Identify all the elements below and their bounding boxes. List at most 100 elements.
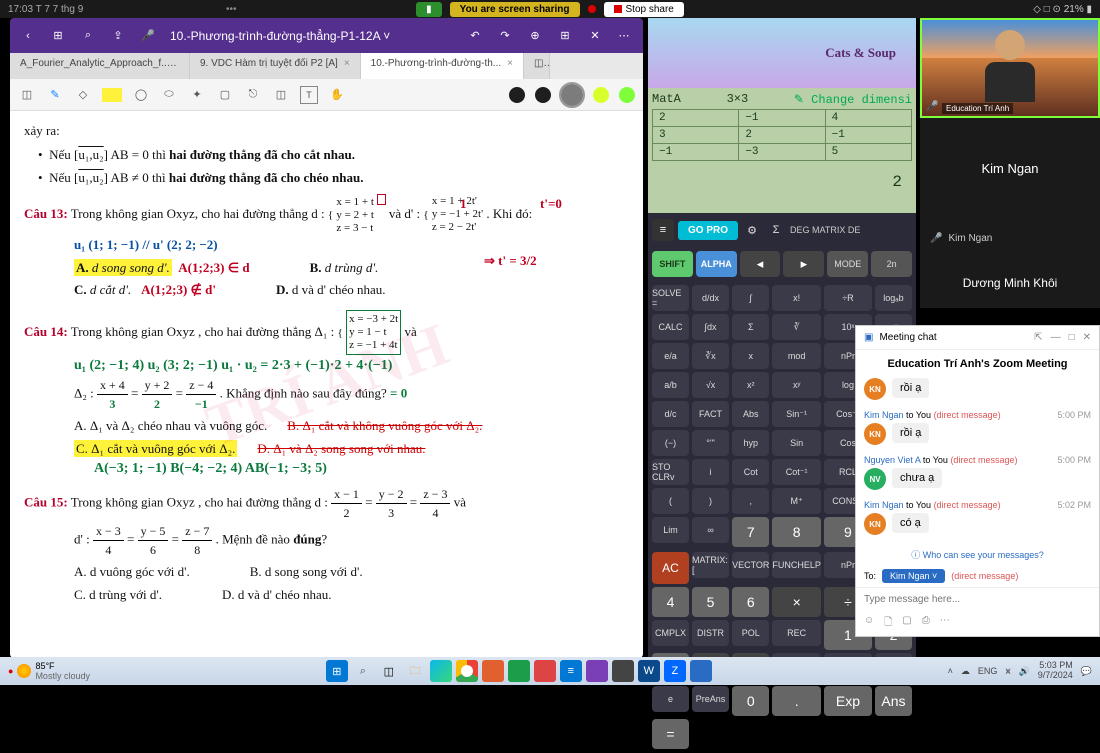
- doc-title[interactable]: 10.-Phương-trình-đường-thẳng-P1-12A ˅: [170, 29, 390, 43]
- ad-banner[interactable]: Cats & Soup: [648, 18, 916, 88]
- weather-widget[interactable]: ● 85°FMostly cloudy: [8, 661, 90, 681]
- calc-key[interactable]: FUNCHELP: [772, 552, 821, 578]
- change-dim-link[interactable]: ✎ Change dimensi: [794, 92, 912, 107]
- zalo-icon[interactable]: Z: [664, 660, 686, 682]
- calc-key[interactable]: CMPLX: [652, 620, 689, 646]
- lasso2-icon[interactable]: ⬭: [160, 86, 178, 104]
- calc-key[interactable]: SOLVE =: [652, 285, 689, 311]
- calc-key[interactable]: (: [652, 488, 689, 514]
- explorer-icon[interactable]: 🗀: [404, 660, 426, 682]
- calc-key[interactable]: Cot: [732, 459, 769, 485]
- calc-key[interactable]: √x: [692, 372, 729, 398]
- color-yellow[interactable]: [593, 87, 609, 103]
- lasso-icon[interactable]: ◫: [18, 86, 36, 104]
- calc-key[interactable]: 8: [772, 517, 821, 547]
- calc-key[interactable]: MATRIX:[: [692, 552, 729, 578]
- chevron-up-icon[interactable]: ˄: [948, 666, 953, 676]
- calc-key[interactable]: x!: [772, 285, 821, 311]
- calc-key[interactable]: ): [692, 488, 729, 514]
- calc-key[interactable]: e: [652, 686, 689, 712]
- calc-key[interactable]: Exp: [824, 686, 872, 716]
- color-green[interactable]: [619, 87, 635, 103]
- hand-icon[interactable]: ✋: [328, 86, 346, 104]
- calc-key[interactable]: CALC: [652, 314, 689, 340]
- calc-key[interactable]: Σ: [732, 314, 769, 340]
- tab-vdc[interactable]: 9. VDC Hàm trị tuyệt đối P2 [A]: [190, 53, 361, 79]
- terminal-icon[interactable]: [612, 660, 634, 682]
- calc-key[interactable]: ∫: [732, 285, 769, 311]
- star-icon[interactable]: ✦: [188, 86, 206, 104]
- video-participant-2[interactable]: Kim Ngan: [920, 118, 1100, 218]
- more-icon[interactable]: ⋯: [617, 28, 633, 44]
- calc-key[interactable]: AC: [652, 552, 689, 584]
- color-dark[interactable]: [535, 87, 551, 103]
- calc-key[interactable]: °'": [692, 430, 729, 456]
- search-button[interactable]: ⌕: [352, 660, 374, 682]
- shape-icon[interactable]: ◯: [132, 86, 150, 104]
- tab-phuongtrinh[interactable]: 10.-Phương-trình-đường-th...: [361, 53, 524, 79]
- volume-icon[interactable]: 🔊: [1019, 666, 1030, 677]
- calc-key[interactable]: mod: [772, 343, 821, 369]
- calc-key[interactable]: Sin: [772, 430, 821, 456]
- undo-icon[interactable]: ↶: [467, 28, 483, 44]
- vs-icon[interactable]: [586, 660, 608, 682]
- video-participant-3[interactable]: 🎤 Kim Ngan: [920, 218, 1100, 258]
- calc-key[interactable]: e/a: [652, 343, 689, 369]
- share-icon[interactable]: ⇪: [110, 28, 126, 44]
- calc-key[interactable]: d/c: [652, 401, 689, 427]
- edge-icon[interactable]: [430, 660, 452, 682]
- color-black[interactable]: [509, 87, 525, 103]
- format-icon[interactable]: ▢: [902, 615, 911, 632]
- calc-key[interactable]: .: [772, 686, 821, 716]
- calc-key[interactable]: ∛x: [692, 343, 729, 369]
- search-icon[interactable]: ⌕: [80, 28, 96, 44]
- calc-key[interactable]: a/b: [652, 372, 689, 398]
- mode-key[interactable]: MODE: [827, 251, 868, 277]
- calc-key[interactable]: 4: [652, 587, 689, 617]
- calc-key[interactable]: FACT: [692, 401, 729, 427]
- more-chat-icon[interactable]: ⋯: [940, 615, 950, 632]
- left-key[interactable]: ◂: [740, 251, 781, 277]
- clock[interactable]: 5:03 PM9/7/2024: [1038, 661, 1073, 681]
- excel-icon[interactable]: [508, 660, 530, 682]
- calc-key[interactable]: DISTR: [692, 620, 729, 646]
- back-icon[interactable]: ‹: [20, 28, 36, 44]
- calc-key[interactable]: (−): [652, 430, 689, 456]
- maximize-icon[interactable]: □: [1069, 332, 1075, 343]
- calc-key[interactable]: 6: [732, 587, 769, 617]
- grid-icon[interactable]: ⊞: [50, 28, 66, 44]
- calc-key[interactable]: d/dx: [692, 285, 729, 311]
- split-icon[interactable]: ◫: [524, 53, 550, 79]
- calc-key[interactable]: 0: [732, 686, 769, 716]
- 2nd-key[interactable]: 2n: [871, 251, 912, 277]
- calc-key[interactable]: logₐb: [875, 285, 912, 311]
- calc-key[interactable]: STO CLRv: [652, 459, 689, 485]
- wifi-icon[interactable]: ⩙: [1005, 666, 1010, 677]
- start-button[interactable]: ⊞: [326, 660, 348, 682]
- ppt-icon[interactable]: [482, 660, 504, 682]
- highlighter-icon[interactable]: [102, 88, 122, 102]
- calc-modes[interactable]: DEG MATRIX DE: [790, 225, 860, 235]
- system-tray[interactable]: ˄ ☁ ENG ⩙ 🔊 5:03 PM9/7/2024 💬: [948, 661, 1092, 681]
- pen-icon[interactable]: ✎: [46, 86, 64, 104]
- menu-icon[interactable]: ≡: [652, 219, 674, 241]
- go-pro-button[interactable]: GO PRO: [678, 221, 738, 240]
- vscode-icon[interactable]: ≡: [560, 660, 582, 682]
- calc-key[interactable]: PreAns: [692, 686, 729, 712]
- chrome-icon[interactable]: [456, 660, 478, 682]
- calc-key[interactable]: x: [732, 343, 769, 369]
- ruler-icon[interactable]: ◫: [272, 86, 290, 104]
- taskview-icon[interactable]: ◫: [378, 660, 400, 682]
- calc-key[interactable]: VECTOR: [732, 552, 769, 578]
- add-page-icon[interactable]: ⊞: [557, 28, 573, 44]
- minimize-icon[interactable]: —: [1051, 332, 1061, 343]
- calc-key[interactable]: =: [652, 719, 689, 749]
- calc-key[interactable]: xʸ: [772, 372, 821, 398]
- stop-share-button[interactable]: Stop share: [604, 2, 684, 17]
- sharing-banner[interactable]: You are screen sharing: [450, 2, 580, 17]
- onedrive-icon[interactable]: ☁: [961, 666, 970, 677]
- windows-taskbar[interactable]: ● 85°FMostly cloudy ⊞ ⌕ ◫ 🗀 ≡ W Z ˄ ☁ EN…: [0, 657, 1100, 685]
- zoom-icon[interactable]: [690, 660, 712, 682]
- text-icon[interactable]: T: [300, 86, 318, 104]
- close-chat-icon[interactable]: ✕: [1083, 332, 1091, 343]
